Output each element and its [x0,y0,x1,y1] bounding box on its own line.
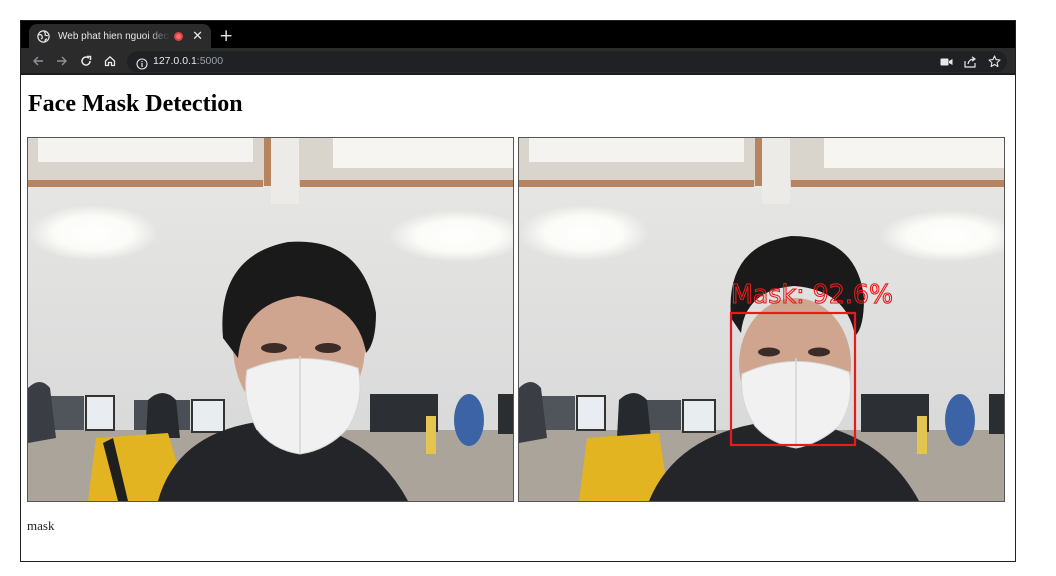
webcam-scene-original [28,138,513,501]
url-port: :5000 [196,55,224,67]
close-icon[interactable]: ✕ [192,30,203,43]
tab-title: Web phat hien nguoi deo khau trang [58,30,170,42]
forward-icon[interactable] [52,52,72,70]
page-content: Face Mask Detection Mask: 92.6% mask [21,75,1015,561]
globe-icon [37,29,50,43]
input-webcam-image [27,137,514,502]
info-icon[interactable] [136,55,148,70]
reload-icon[interactable] [76,52,96,70]
tab-strip: Web phat hien nguoi deo khau trang ✕ + [21,21,1015,48]
prediction-result-text: mask [27,518,55,533]
back-icon[interactable] [28,52,48,70]
detection-label: Mask: 92.6% [731,280,893,310]
url-text: 127.0.0.1:5000 [153,55,223,67]
webcam-scene-detected: Mask: 92.6% [519,138,1004,501]
star-icon[interactable] [987,55,1001,68]
page-title: Face Mask Detection [28,91,243,117]
output-detection-image: Mask: 92.6% [518,137,1005,502]
url-host: 127.0.0.1 [153,55,197,67]
camera-icon[interactable] [939,55,953,68]
home-icon[interactable] [100,52,120,70]
plus-icon[interactable]: + [219,24,233,48]
browser-toolbar: 127.0.0.1:5000 [21,48,1015,75]
share-icon[interactable] [963,55,977,68]
browser-window: Web phat hien nguoi deo khau trang ✕ + 1… [20,20,1016,562]
address-bar[interactable]: 127.0.0.1:5000 [127,51,1007,72]
browser-tab[interactable]: Web phat hien nguoi deo khau trang ✕ [29,24,211,48]
recording-icon [174,31,184,41]
